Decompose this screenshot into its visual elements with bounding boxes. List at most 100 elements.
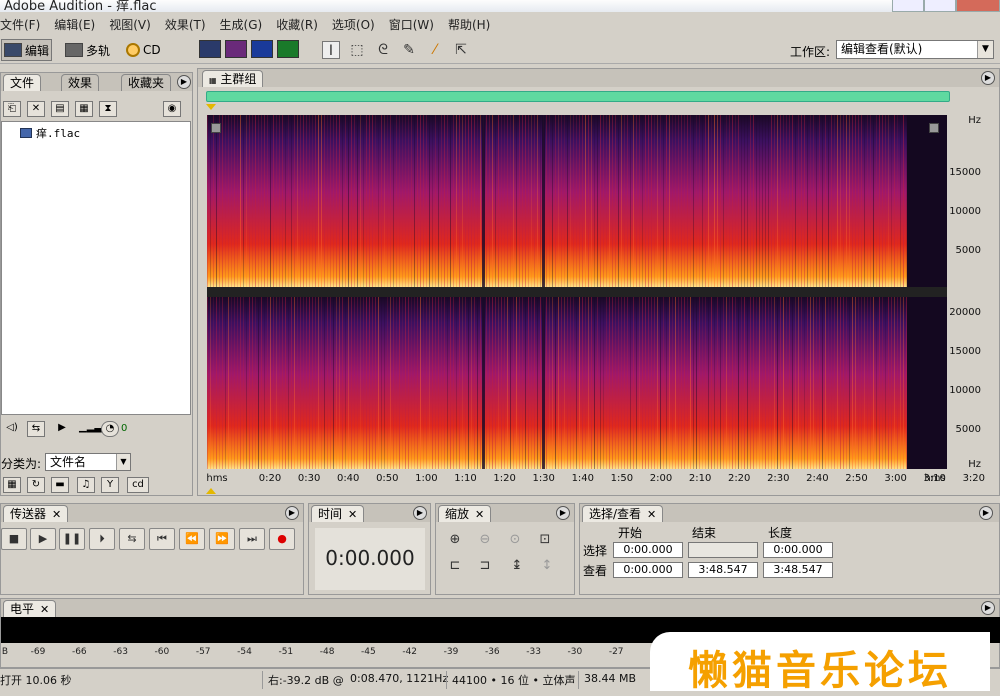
spectral-phase-icon[interactable] <box>277 40 299 58</box>
tab-main-group[interactable]: ▦ 主群组 <box>202 70 264 87</box>
forward-button[interactable]: ⏩ <box>209 528 235 550</box>
tab-files[interactable]: 文件 <box>3 74 42 91</box>
selection-length-field[interactable]: 0:00.000 <box>763 542 833 558</box>
pause-button[interactable]: ❚❚ <box>59 528 85 550</box>
speaker-icon[interactable]: ◁) <box>3 421 21 437</box>
import-icon[interactable]: ⧗ <box>99 101 117 117</box>
menu-generate[interactable]: 生成(G) <box>220 16 263 33</box>
brush-icon[interactable]: ✎ <box>400 41 418 59</box>
playhead-marker-icon[interactable] <box>206 104 216 110</box>
auto-play-icon[interactable]: ⇆ <box>27 421 45 437</box>
volume-knob[interactable]: ◔ <box>101 421 119 437</box>
menu-help[interactable]: 帮助(H) <box>448 16 490 33</box>
full-path-icon[interactable]: Y <box>101 477 119 493</box>
list-item[interactable]: 痒.flac <box>20 125 80 141</box>
selection-start-field[interactable]: 0:00.000 <box>613 542 683 558</box>
view-end-field[interactable]: 3:48.547 <box>688 562 758 578</box>
zoom-right-edge-icon[interactable]: ⊐ <box>474 556 496 576</box>
tab-zoom[interactable]: 缩放 ✕ <box>438 505 492 522</box>
multitrack-icon <box>65 43 83 57</box>
overview-bar[interactable] <box>206 91 950 102</box>
multitrack-view-button[interactable]: 多轨 <box>62 39 113 61</box>
selection-view-panel: 选择/查看 ✕ ▶ 开始 结束 长度 选择 查看 0:00.000 0:00.00… <box>579 503 1000 595</box>
workspace-label: 工作区: <box>790 45 831 59</box>
time-tick: 2:40 <box>806 473 829 484</box>
view-length-field[interactable]: 3:48.547 <box>763 562 833 578</box>
menu-file[interactable]: 文件(F) <box>0 16 40 33</box>
panel-menu-button[interactable]: ▶ <box>981 71 995 85</box>
close-file-icon[interactable]: ✕ <box>27 101 45 117</box>
workspace-select[interactable]: 编辑查看(默认) ▼ <box>836 40 994 59</box>
main-toolbar: 编辑 多轨 CD I ⬚ ᘓ ✎ ⁄ ⇱ 工作区: 编辑查看(默认) ▼ <box>0 36 1000 64</box>
insert-cd-icon[interactable]: ▦ <box>75 101 93 117</box>
panel-menu-button[interactable]: ▶ <box>979 506 993 520</box>
minimize-button[interactable] <box>892 0 924 12</box>
cd-icon <box>126 43 140 57</box>
panel-menu-button[interactable]: ▶ <box>177 75 191 89</box>
play-button[interactable]: ▶ <box>30 528 56 550</box>
menu-options[interactable]: 选项(O) <box>332 16 375 33</box>
show-audio-icon[interactable]: ▦ <box>3 477 21 493</box>
channel-left-icon[interactable] <box>211 123 221 133</box>
tab-effects[interactable]: 效果 <box>61 74 100 91</box>
zoom-left-edge-icon[interactable]: ⊏ <box>444 556 466 576</box>
tab-favorites[interactable]: 收藏夹 <box>121 74 172 91</box>
tab-level[interactable]: 电平 ✕ <box>3 600 57 617</box>
stop-button[interactable]: ■ <box>1 528 27 550</box>
files-panel: 文件 效果 收藏夹 ▶ ⎗ ✕ ▤ ▦ ⧗ ◉ 痒.flac ◁) ⇆ ▶ ▁▂… <box>0 72 193 496</box>
open-file-icon[interactable]: ⎗ <box>3 101 21 117</box>
selection-end-field[interactable] <box>688 542 758 558</box>
spot-heal-icon[interactable]: ⁄ <box>426 41 444 59</box>
zoom-panel: 缩放 ✕ ▶ ⊕ ⊖ ⊙ ⊡ ⊏ ⊐ ↨ ↕ <box>435 503 575 595</box>
menu-edit[interactable]: 编辑(E) <box>54 16 95 33</box>
time-ruler: hms 0:20 0:30 0:40 0:50 1:00 1:10 1:20 1:30 1:40 1… <box>206 471 985 489</box>
zoom-in-horizontal-icon[interactable]: ⊕ <box>444 530 466 550</box>
show-loop-icon[interactable]: ↻ <box>27 477 45 493</box>
spectral-display[interactable] <box>207 115 947 469</box>
panel-menu-button[interactable]: ▶ <box>981 601 995 615</box>
playhead-marker-icon[interactable] <box>206 488 216 494</box>
sort-select[interactable]: 文件名 ▼ <box>45 453 131 471</box>
move-cursor-icon[interactable]: ⇱ <box>452 41 470 59</box>
zoom-full-icon: ⊙ <box>509 532 521 547</box>
maximize-button[interactable] <box>924 0 956 12</box>
tab-transport[interactable]: 传送器 ✕ <box>3 505 69 522</box>
menu-window[interactable]: 窗口(W) <box>389 16 434 33</box>
tab-time[interactable]: 时间 ✕ <box>311 505 365 522</box>
view-start-field[interactable]: 0:00.000 <box>613 562 683 578</box>
insert-multitrack-icon[interactable]: ▤ <box>51 101 69 117</box>
spectral-view-icon[interactable] <box>225 40 247 58</box>
panel-menu-button[interactable]: ▶ <box>556 506 570 520</box>
record-button[interactable]: ● <box>269 528 295 550</box>
show-video-icon[interactable]: ▬ <box>51 477 69 493</box>
zoom-in-vertical-icon[interactable]: ↨ <box>506 556 528 576</box>
play-icon[interactable]: ▶ <box>53 421 71 437</box>
menu-effects[interactable]: 效果(T) <box>165 16 206 33</box>
status-cursor-level: 右:-39.2 dB @ <box>268 674 344 687</box>
spectral-pan-icon[interactable] <box>251 40 273 58</box>
play-to-end-button[interactable]: ⏵ <box>89 528 115 550</box>
rewind-button[interactable]: ⏪ <box>179 528 205 550</box>
channel-right-icon[interactable] <box>929 123 939 133</box>
level-tick: -30 <box>567 647 583 657</box>
loop-button[interactable]: ⇆ <box>119 528 145 550</box>
zoom-selection-icon[interactable]: ⊡ <box>534 530 556 550</box>
cdx-icon[interactable]: cd <box>127 477 149 493</box>
lasso-icon[interactable]: ᘓ <box>374 41 392 59</box>
go-to-start-button[interactable]: ⏮ <box>149 528 175 550</box>
edit-view-button[interactable]: 编辑 <box>1 39 53 61</box>
menu-favorites[interactable]: 收藏(R) <box>276 16 318 33</box>
show-midi-icon[interactable]: ♫ <box>77 477 95 493</box>
go-to-end-button[interactable]: ⏭ <box>239 528 265 550</box>
panel-menu-button[interactable]: ▶ <box>413 506 427 520</box>
cd-view-button[interactable]: CD <box>123 39 164 61</box>
tab-selection-view[interactable]: 选择/查看 ✕ <box>582 505 664 522</box>
menu-view[interactable]: 视图(V) <box>109 16 151 33</box>
filter-icon[interactable]: ◉ <box>163 101 181 117</box>
waveform-view-icon[interactable] <box>199 40 221 58</box>
panel-menu-button[interactable]: ▶ <box>285 506 299 520</box>
marquee-icon[interactable]: ⬚ <box>348 41 366 59</box>
time-selection-icon[interactable]: I <box>322 41 340 59</box>
time-tick: 2:30 <box>767 473 790 484</box>
close-button[interactable] <box>956 0 1000 12</box>
